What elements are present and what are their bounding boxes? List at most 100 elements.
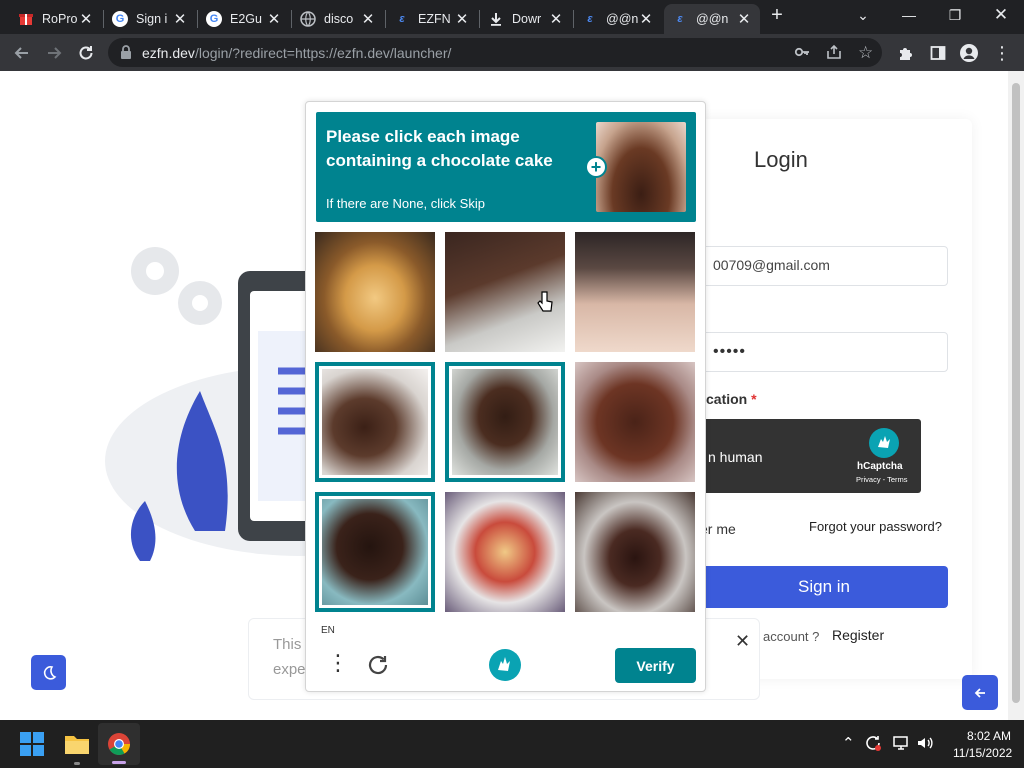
tab-title: @@n (696, 12, 729, 26)
side-panel-icon[interactable] (924, 39, 952, 67)
language-selector[interactable]: EN (321, 625, 335, 636)
ezfn-icon: ε (587, 13, 593, 25)
tab-ropro[interactable]: RoPro ✕ (10, 4, 102, 34)
google-icon: G (112, 11, 128, 27)
toast-close-icon[interactable]: ✕ (735, 631, 750, 652)
tab-ezfn-2[interactable]: ε @@n ✕ (574, 4, 662, 34)
tile-image (445, 492, 565, 612)
close-tab-icon[interactable]: ✕ (638, 10, 654, 28)
scrollbar-thumb[interactable] (1012, 83, 1020, 703)
register-link[interactable]: Register (832, 627, 884, 643)
tab-ezfn-active[interactable]: ε @@n ✕ (664, 4, 760, 34)
email-field[interactable]: 00709@gmail.com (700, 246, 948, 286)
captcha-tile-9[interactable] (575, 492, 695, 612)
tab-disco[interactable]: disco ✕ (292, 4, 384, 34)
scroll-button[interactable] (962, 675, 998, 710)
tab-title: E2Gu (230, 12, 262, 26)
minimize-button[interactable]: — (886, 0, 932, 30)
password-field[interactable]: ••••• (700, 332, 948, 372)
url-text: ezfn.dev/login/?redirect=https://ezfn.de… (142, 45, 451, 61)
hand-cursor-icon (537, 291, 553, 318)
captcha-tile-6[interactable] (575, 362, 695, 482)
captcha-tile-8[interactable] (445, 492, 565, 612)
login-title: Login (754, 147, 808, 172)
clock[interactable]: 8:02 AM 11/15/2022 (953, 729, 1013, 760)
close-tab-icon[interactable]: ✕ (454, 10, 470, 28)
clock-date: 11/15/2022 (953, 746, 1013, 760)
back-button[interactable] (8, 39, 36, 67)
verification-label: cation * (706, 391, 757, 407)
expand-example-icon[interactable]: + (585, 156, 607, 178)
hcaptcha-privacy-terms[interactable]: Privacy - Terms (856, 475, 908, 484)
toast-line-1: This (273, 636, 302, 653)
sync-icon[interactable] (864, 734, 882, 755)
reload-icon (79, 46, 93, 60)
hcaptcha-widget[interactable]: n human hCaptcha Privacy - Terms (700, 419, 921, 493)
file-explorer-icon[interactable] (64, 732, 90, 761)
address-bar[interactable]: ezfn.dev/login/?redirect=https://ezfn.de… (108, 38, 882, 67)
captcha-tile-1[interactable] (315, 232, 435, 352)
new-tab-button[interactable]: + (762, 0, 792, 30)
key-icon[interactable] (794, 44, 810, 65)
page-scrollbar[interactable] (1008, 71, 1024, 720)
windows-start-icon[interactable] (20, 732, 44, 761)
restore-button[interactable]: ❐ (932, 0, 978, 30)
tile-image (575, 492, 695, 612)
captcha-tile-3[interactable] (575, 232, 695, 352)
ezfn-icon: ε (677, 13, 683, 25)
forward-button[interactable] (40, 39, 68, 67)
share-icon[interactable] (826, 44, 842, 65)
profile-icon[interactable] (955, 39, 983, 67)
tab-title: EZFN (418, 12, 451, 26)
dark-mode-toggle[interactable] (31, 655, 66, 690)
captcha-tile-5[interactable] (445, 362, 565, 482)
captcha-tile-7[interactable] (315, 492, 435, 612)
close-tab-icon[interactable]: ✕ (172, 10, 188, 28)
volume-icon[interactable] (916, 734, 934, 755)
download-icon (488, 11, 504, 27)
menu-dots-icon[interactable]: ⋮ (327, 652, 349, 674)
globe-icon (300, 11, 316, 27)
refresh-icon[interactable] (366, 653, 390, 682)
tab-ezfn[interactable]: ε EZFN ✕ (386, 4, 478, 34)
taskbar: ⌃ 8:02 AM 11/15/2022 (0, 720, 1024, 768)
close-tab-icon[interactable]: ✕ (548, 10, 564, 28)
network-icon[interactable] (892, 734, 910, 755)
forgot-password-link[interactable]: Forgot your password? (809, 519, 942, 534)
tile-image (322, 499, 428, 605)
close-tab-icon[interactable]: ✕ (266, 10, 282, 28)
hcaptcha-logo-icon (488, 648, 522, 687)
tab-title: RoPro (42, 12, 78, 26)
extensions-icon[interactable] (892, 39, 920, 67)
url-path: /login/?redirect=https://ezfn.dev/launch… (194, 45, 452, 61)
tab-title: Sign i (136, 12, 168, 26)
browser-toolbar: ezfn.dev/login/?redirect=https://ezfn.de… (0, 34, 1024, 71)
tab-title: Dowr (512, 12, 542, 26)
tab-sign-in[interactable]: G Sign i ✕ (104, 4, 196, 34)
close-window-button[interactable]: ✕ (978, 0, 1024, 30)
reload-button[interactable] (72, 39, 100, 67)
tab-search-button[interactable]: ⌄ (840, 0, 886, 30)
back-arrow-icon (14, 47, 28, 59)
close-tab-icon[interactable]: ✕ (736, 10, 752, 28)
moon-icon (43, 665, 56, 680)
chrome-taskbar-button[interactable] (98, 723, 140, 765)
forward-arrow-icon (48, 47, 62, 59)
close-tab-icon[interactable]: ✕ (78, 10, 94, 28)
tile-image (575, 232, 695, 352)
no-account-text: account ? (763, 629, 820, 644)
menu-kebab-icon[interactable]: ⋮ (988, 39, 1016, 67)
lock-icon[interactable] (120, 45, 132, 64)
captcha-tile-4[interactable] (315, 362, 435, 482)
tab-download[interactable]: Dowr ✕ (480, 4, 572, 34)
sign-in-button[interactable]: Sign in (700, 566, 948, 608)
verify-button[interactable]: Verify (615, 648, 696, 683)
tile-image (452, 369, 558, 475)
captcha-challenge: Please click each image containing a cho… (305, 101, 706, 692)
tab-title: @@n (606, 12, 638, 26)
tab-e2gu[interactable]: G E2Gu ✕ (198, 4, 290, 34)
close-tab-icon[interactable]: ✕ (360, 10, 376, 28)
tile-image (575, 362, 695, 482)
show-hidden-icons-chevron[interactable]: ⌃ (842, 734, 855, 752)
bookmark-star-icon[interactable]: ☆ (858, 43, 873, 63)
